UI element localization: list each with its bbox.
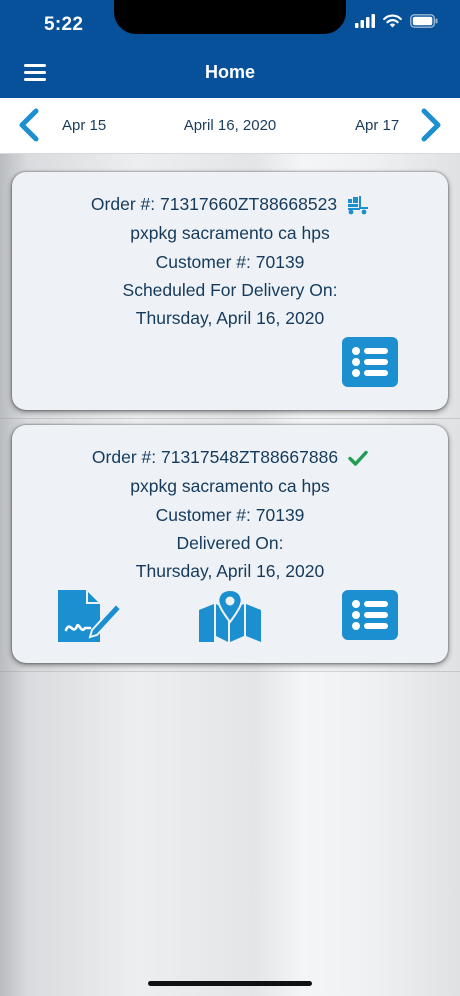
chevron-right-icon[interactable] — [418, 108, 444, 142]
customer-number: Customer #: 70139 — [155, 505, 305, 525]
order-date: Thursday, April 16, 2020 — [135, 308, 325, 328]
signature-icon[interactable] — [56, 588, 122, 644]
list-separator — [0, 671, 460, 672]
order-date: Thursday, April 16, 2020 — [135, 561, 325, 581]
status-icons — [355, 14, 438, 28]
order-status-text: Scheduled For Delivery On: — [122, 280, 338, 300]
details-list-icon[interactable] — [342, 590, 398, 640]
home-indicator[interactable] — [148, 981, 312, 986]
details-list-icon[interactable] — [342, 337, 398, 387]
check-icon — [348, 450, 368, 466]
battery-icon — [410, 14, 438, 28]
order-number-row: Order #: 71317660ZT88668523 — [12, 194, 448, 215]
next-date-link[interactable]: Apr 17 — [355, 117, 399, 134]
customer-number: Customer #: 70139 — [155, 252, 305, 272]
order-card[interactable]: Order #: 71317548ZT88667886 pxpkg sacram… — [12, 425, 448, 663]
device-notch — [114, 0, 346, 34]
order-number: Order #: 71317548ZT88667886 — [91, 447, 339, 467]
list-separator — [0, 418, 460, 419]
page-title: Home — [204, 62, 255, 82]
order-number: Order #: 71317660ZT88668523 — [90, 194, 338, 214]
date-navigator: Apr 15 April 16, 2020 Apr 17 — [0, 98, 460, 154]
order-status-text: Delivered On: — [176, 533, 284, 553]
map-icon[interactable] — [198, 588, 262, 644]
signal-icon — [355, 14, 375, 28]
order-location: pxpkg sacramento ca hps — [130, 476, 330, 496]
delivery-truck-icon — [348, 195, 369, 214]
top-app-bar: 5:22 Home — [0, 0, 460, 98]
order-location: pxpkg sacramento ca hps — [130, 223, 330, 243]
wifi-icon — [383, 14, 402, 28]
order-card[interactable]: Order #: 71317660ZT88668523 pxpkg sacram… — [12, 172, 448, 410]
order-number-row: Order #: 71317548ZT88667886 — [12, 447, 448, 468]
status-time: 5:22 — [44, 14, 84, 35]
